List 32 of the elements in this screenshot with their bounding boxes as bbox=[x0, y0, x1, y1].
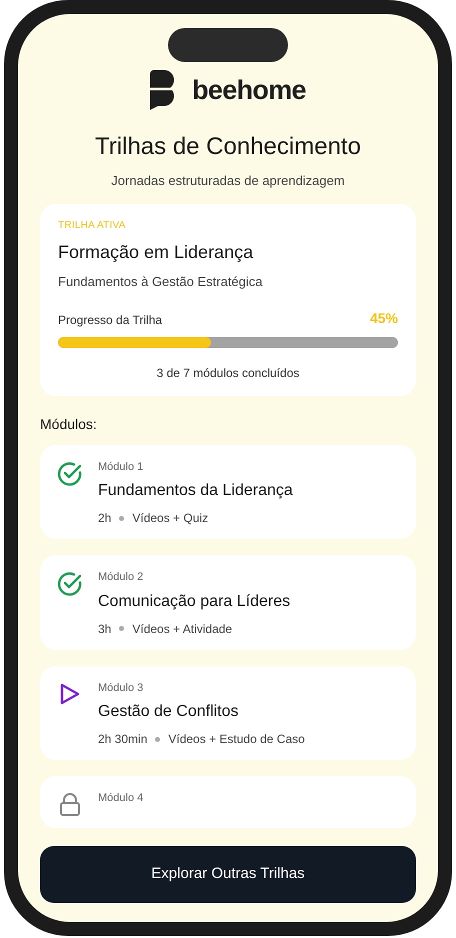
module-duration: 3h bbox=[98, 620, 112, 638]
module-number: Módulo 2 bbox=[98, 570, 144, 585]
module-format: Vídeos + Estudo de Caso bbox=[168, 731, 305, 748]
module-card[interactable]: Módulo 4 bbox=[40, 776, 416, 828]
module-format: Vídeos + Quiz bbox=[132, 510, 208, 527]
module-format: Vídeos + Atividade bbox=[132, 620, 232, 638]
progress-summary: 3 de 7 módulos concluídos bbox=[156, 364, 300, 382]
track-status: TRILHA ATIVA bbox=[58, 219, 127, 233]
module-title: Comunicação para Líderes bbox=[98, 592, 290, 612]
module-card[interactable]: Módulo 3 Gestão de Conflitos 2h 30min Vídeos + Estudo de Caso bbox=[40, 666, 416, 760]
module-title: Fundamentos da Liderança bbox=[98, 481, 293, 501]
page-title: Trilhas de Conhecimento bbox=[94, 132, 362, 162]
module-duration: 2h bbox=[98, 510, 112, 527]
module-duration: 2h 30min bbox=[98, 731, 148, 748]
page-subtitle: Jornadas estruturadas de aprendizagem bbox=[110, 172, 346, 190]
play-icon bbox=[59, 682, 81, 706]
check-circle-icon bbox=[57, 571, 83, 597]
module-card[interactable]: Módulo 2 Comunicação para Líderes 3h Vídeos + Atividade bbox=[40, 555, 416, 650]
progress-value: 45% bbox=[370, 308, 398, 328]
check-circle-icon bbox=[57, 460, 83, 486]
module-number: Módulo 3 bbox=[98, 680, 144, 696]
progress-label: Progresso da Trilha bbox=[58, 312, 162, 328]
lock-icon bbox=[59, 792, 81, 816]
module-number: Módulo 4 bbox=[98, 791, 144, 806]
track-subtitle: Fundamentos à Gestão Estratégica bbox=[58, 273, 264, 291]
module-number: Módulo 1 bbox=[98, 460, 144, 474]
track-title: Formação em Liderança bbox=[58, 241, 254, 264]
modules-heading: Módulos: bbox=[40, 414, 98, 434]
module-title: Gestão de Conflitos bbox=[98, 702, 240, 722]
explore-button[interactable]: Explorar Outras Trilhas bbox=[40, 846, 416, 903]
module-card[interactable]: Módulo 1 Fundamentos da Liderança 2h Vídeos + Quiz bbox=[40, 444, 416, 539]
brand-name: beehome bbox=[192, 74, 306, 107]
